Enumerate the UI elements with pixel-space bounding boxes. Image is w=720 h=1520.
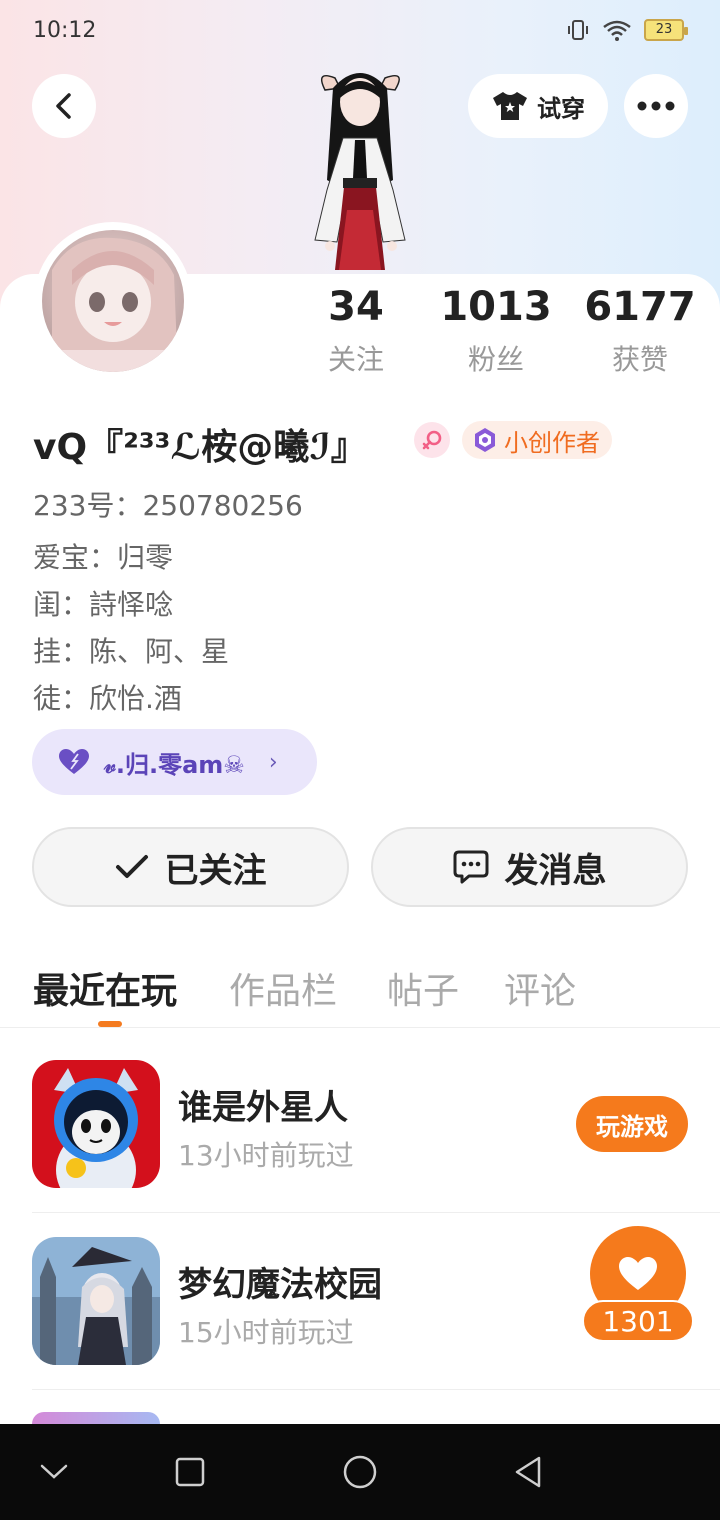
tab-posts[interactable]: 帖子 [387, 962, 459, 1014]
stat-followers-count: 1013 [440, 284, 552, 330]
tshirt-icon [493, 92, 527, 120]
chevron-down-icon [40, 1464, 68, 1479]
status-bar: 10:12 23 [0, 0, 720, 62]
relation-tag-label: 𝓋.归.零am☠ [104, 750, 245, 779]
divider [32, 1389, 720, 1390]
battery-level: 23 [655, 22, 673, 37]
check-icon [115, 855, 148, 878]
try-on-label: 试穿 [537, 94, 585, 123]
circle-icon [343, 1455, 377, 1489]
triangle-back-icon [515, 1456, 541, 1488]
tab-works[interactable]: 作品栏 [229, 962, 337, 1014]
stat-following-label: 关注 [327, 343, 384, 376]
stat-following[interactable]: 34 关注 [286, 284, 426, 378]
magic-school-icon [32, 1237, 160, 1365]
bio-line: 闺：詩怿唸 [33, 588, 174, 621]
bio-line: 爱宝：归零 [33, 541, 174, 574]
status-time: 10:12 [33, 18, 97, 43]
relation-tag[interactable]: 𝓋.归.零am☠ › [32, 729, 317, 795]
nav-collapse-button[interactable] [34, 1452, 74, 1492]
stat-likes[interactable]: 6177 获赞 [570, 284, 710, 378]
bio-line: 挂：陈、阿、星 [33, 635, 230, 668]
back-button[interactable] [32, 74, 96, 138]
avatar-illustration [50, 237, 177, 372]
avatar[interactable] [34, 222, 192, 380]
cat-astronaut-icon [32, 1060, 160, 1188]
game-title: 谁是外星人 [178, 1088, 348, 1128]
battery-icon: 23 [644, 19, 688, 41]
heart-icon [619, 1257, 657, 1290]
send-message-label: 发消息 [504, 850, 607, 891]
game-last-played: 13小时前玩过 [178, 1139, 354, 1172]
floating-like-button[interactable]: 1301 [576, 1226, 694, 1344]
chevron-right-icon: › [268, 749, 278, 775]
status-icons: 23 [566, 18, 688, 42]
wifi-icon [603, 20, 631, 41]
square-icon [175, 1457, 205, 1487]
creator-badge-label: 小创作者 [504, 428, 600, 457]
more-dots-icon [637, 101, 675, 111]
followed-button[interactable]: 已关注 [32, 827, 349, 907]
username: vQ『²³³ℒ桉@曦ℐ』 [33, 427, 367, 468]
tab-comments[interactable]: 评论 [504, 962, 576, 1014]
bio-line: 徒：欣怡.酒 [33, 682, 182, 715]
stat-followers[interactable]: 1013 粉丝 [426, 284, 566, 378]
game-title: 梦幻魔法校园 [178, 1265, 382, 1305]
vibrate-icon [568, 20, 588, 40]
more-button[interactable] [624, 74, 688, 138]
profile-tabs: 最近在玩 作品栏 帖子 评论 [0, 962, 720, 1028]
bio: 爱宝：归零 闺：詩怿唸 挂：陈、阿、星 徒：欣怡.酒 [33, 534, 229, 722]
like-count: 1301 [582, 1300, 694, 1342]
nav-home-button[interactable] [340, 1452, 380, 1492]
stat-likes-label: 获赞 [611, 343, 668, 376]
female-gender-badge [414, 422, 450, 458]
game-icon [32, 1060, 160, 1188]
avatar-image [42, 230, 184, 372]
chat-bubble-icon [453, 850, 488, 884]
game-icon-partial [32, 1412, 160, 1424]
heart-icon [59, 749, 89, 774]
followed-label: 已关注 [164, 850, 267, 891]
tab-recently-played[interactable]: 最近在玩 [33, 962, 177, 1014]
game-icon [32, 1237, 160, 1365]
active-tab-indicator [98, 1021, 122, 1027]
stat-followers-label: 粉丝 [467, 343, 524, 376]
user-id[interactable]: 233号：250780256 [33, 484, 303, 524]
nav-back-button[interactable] [508, 1452, 548, 1492]
system-navigation-bar [0, 1424, 720, 1520]
creator-badge[interactable]: 小创作者 [462, 421, 612, 459]
nav-recents-button[interactable] [170, 1452, 210, 1492]
creator-icon [475, 428, 495, 452]
try-on-button[interactable]: 试穿 [468, 74, 608, 138]
chevron-left-icon [56, 93, 71, 119]
play-game-button[interactable]: 玩游戏 [576, 1096, 688, 1152]
character-figure [314, 73, 406, 270]
game-last-played: 15小时前玩过 [178, 1316, 354, 1349]
female-icon [422, 430, 442, 450]
stat-likes-count: 6177 [584, 284, 696, 330]
send-message-button[interactable]: 发消息 [371, 827, 688, 907]
stat-following-count: 34 [328, 284, 384, 330]
